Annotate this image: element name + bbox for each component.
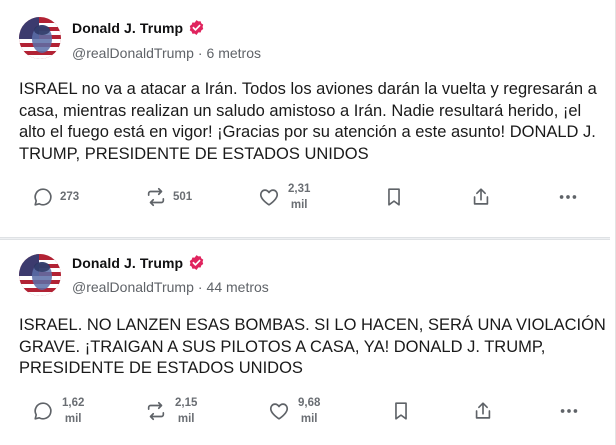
like-count-number: 9,68 [298,397,321,409]
reply-count-unit: mil [64,413,82,425]
repost-count-unit: mil [177,413,195,425]
reply-count: 273 [60,191,80,203]
post-timestamp[interactable]: 44 metros [207,279,269,295]
reply-button[interactable]: 273 [32,177,79,217]
reply-count-number: 1,62 [62,397,85,409]
bookmark-button[interactable] [390,391,412,431]
share-upload-icon [470,186,492,208]
handle-row: @realDonaldTrump · 6 metros [72,45,261,61]
repost-arrows-icon [145,400,167,422]
repost-count-number: 2,15 [175,397,198,409]
verified-badge-icon [188,254,205,271]
post-feed: Donald J. Trump @realDonaldTrump · 6 metro… [0,0,616,445]
more-dots-icon [557,186,579,208]
more-options-button[interactable] [557,177,579,217]
author-handle[interactable]: @realDonaldTrump [72,45,194,61]
post-actions: 1,62 mil 2,15 mil 9,68 mil [0,391,610,431]
share-upload-icon [472,400,494,422]
like-count-number: 2,31 [288,183,311,195]
more-dots-icon [558,400,580,422]
separator-dot: · [197,279,203,295]
like-count-unit: mil [290,199,308,211]
handle-row: @realDonaldTrump · 44 metros [72,279,269,295]
post-text: ISRAEL. NO LANZEN ESAS BOMBAS. SI LO HAC… [19,316,606,377]
like-button[interactable]: 9,68 mil [268,391,320,431]
heart-icon [268,400,290,422]
repost-count: 2,15 mil [175,395,197,427]
bookmark-icon [390,400,412,422]
heart-icon [258,186,280,208]
like-count: 2,31 mil [288,181,310,213]
post-actions: 273 501 2,31 mil [0,177,610,217]
author-name-row: Donald J. Trump [72,19,205,36]
post-timestamp[interactable]: 6 metros [207,45,261,61]
post-card[interactable]: Donald J. Trump @realDonaldTrump · 44 metr… [0,240,610,445]
like-count: 9,68 mil [298,395,320,427]
separator-dot: · [197,45,203,61]
avatar[interactable] [19,254,61,296]
author-name-row: Donald J. Trump [72,254,205,271]
like-button[interactable]: 2,31 mil [258,177,310,217]
avatar[interactable] [19,17,61,59]
repost-button[interactable]: 2,15 mil [145,391,197,431]
repost-count: 501 [173,191,193,203]
reply-count: 1,62 mil [62,395,84,427]
avatar-image [19,17,61,59]
like-count-unit: mil [300,413,318,425]
speech-bubble-icon [32,400,54,422]
repost-button[interactable]: 501 [145,177,192,217]
post-text: ISRAEL no va a atacar a Irán. Todos los … [19,80,597,163]
bookmark-icon [383,186,405,208]
post-card[interactable]: Donald J. Trump @realDonaldTrump · 6 metro… [0,0,610,238]
author-display-name[interactable]: Donald J. Trump [72,20,183,36]
avatar-image [19,254,61,296]
share-button[interactable] [470,177,492,217]
author-display-name[interactable]: Donald J. Trump [72,255,183,271]
share-button[interactable] [472,391,494,431]
author-handle[interactable]: @realDonaldTrump [72,279,194,295]
speech-bubble-icon [32,186,54,208]
reply-button[interactable]: 1,62 mil [32,391,84,431]
more-options-button[interactable] [558,391,580,431]
bookmark-button[interactable] [383,177,405,217]
repost-arrows-icon [145,186,167,208]
verified-badge-icon [188,19,205,36]
